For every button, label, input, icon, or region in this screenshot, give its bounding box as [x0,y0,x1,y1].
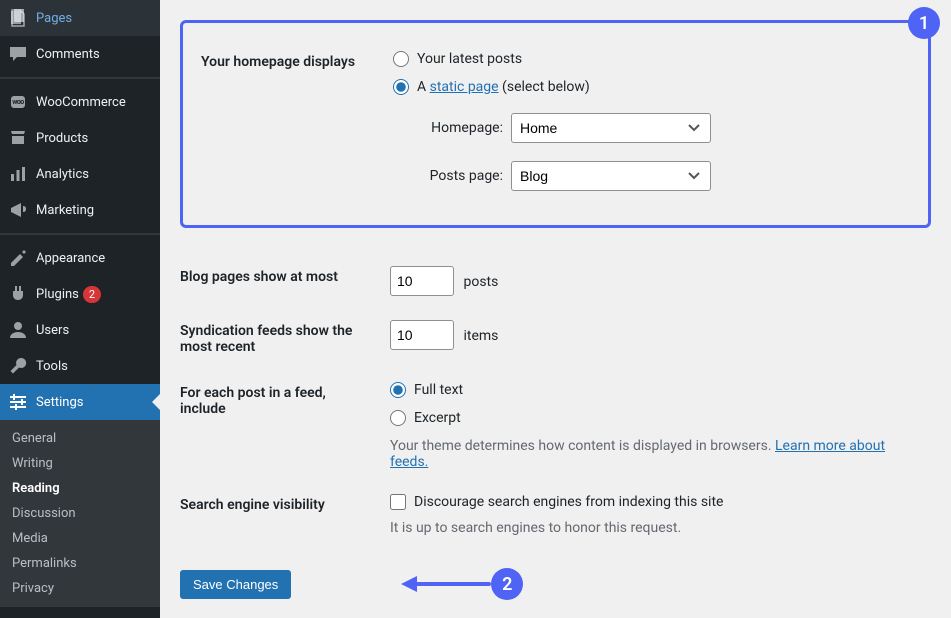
settings-content: 1 Your homepage displays Your latest pos… [160,0,951,618]
label-posts: posts [463,274,498,290]
sidebar-item-label: Products [36,131,88,146]
settings-submenu: General Writing Reading Discussion Media… [0,420,160,607]
submenu-reading[interactable]: Reading [0,476,160,501]
sidebar-item-label: Pages [36,11,72,26]
sidebar-item-products[interactable]: Products [0,120,160,156]
select-homepage[interactable]: Home [511,113,711,143]
input-syndication-items[interactable] [390,320,454,350]
sidebar-item-label: Settings [36,395,83,410]
analytics-icon [8,164,28,184]
select-posts-page[interactable]: Blog [511,161,711,191]
sidebar-item-tools[interactable]: Tools [0,348,160,384]
submenu-media[interactable]: Media [0,526,160,551]
sidebar-item-comments[interactable]: Comments [0,36,160,72]
sidebar-item-plugins[interactable]: Plugins 2 [0,276,160,312]
submenu-permalinks[interactable]: Permalinks [0,551,160,576]
tools-icon [8,356,28,376]
plugins-icon [8,284,28,304]
radio-latest-posts[interactable] [393,51,409,67]
callout-arrow: 2 [401,568,523,600]
submenu-discussion[interactable]: Discussion [0,501,160,526]
comments-icon [8,44,28,64]
submenu-writing[interactable]: Writing [0,451,160,476]
menu-separator [0,77,160,79]
search-heading: Search engine visibility [180,482,380,548]
radio-excerpt[interactable] [390,410,406,426]
woo-icon: woo [8,92,28,112]
homepage-highlight: 1 Your homepage displays Your latest pos… [180,20,931,228]
link-static-page[interactable]: static page [430,79,499,95]
settings-icon [8,392,28,412]
save-button[interactable]: Save Changes [180,570,291,599]
submenu-general[interactable]: General [0,426,160,451]
label-items: items [463,328,498,344]
sidebar-item-label: Tools [36,359,68,374]
label-homepage: Homepage: [417,120,503,136]
label-discourage: Discourage search engines from indexing … [414,494,723,510]
sidebar-item-woocommerce[interactable]: woo WooCommerce [0,84,160,120]
sidebar-item-label: Users [36,323,69,338]
sidebar-item-label: Marketing [36,203,94,218]
label-excerpt: Excerpt [414,410,461,426]
blog-pages-heading: Blog pages show at most [180,254,380,308]
homepage-heading: Your homepage displays [183,39,383,203]
sidebar-item-label: Plugins [36,287,79,302]
sidebar-item-label: WooCommerce [36,95,126,110]
callout-1: 1 [908,7,940,39]
sidebar-item-appearance[interactable]: Appearance [0,240,160,276]
arrow-icon [401,572,491,596]
label-full-text: Full text [414,382,463,398]
admin-sidebar: Pages Comments woo WooCommerce Products … [0,0,160,618]
sidebar-item-label: Analytics [36,167,89,182]
input-posts-per-page[interactable] [390,266,454,296]
label-posts-page: Posts page: [417,168,503,184]
syndication-heading: Syndication feeds show the most recent [180,308,380,370]
menu-separator [0,233,160,235]
feed-description: Your theme determines how content is dis… [390,438,921,470]
sidebar-item-label: Comments [36,47,100,62]
search-note: It is up to search engines to honor this… [390,520,921,536]
products-icon [8,128,28,148]
sidebar-item-settings[interactable]: Settings [0,384,160,420]
appearance-icon [8,248,28,268]
callout-2: 2 [491,568,523,600]
sidebar-item-analytics[interactable]: Analytics [0,156,160,192]
checkbox-discourage-search[interactable] [390,494,406,510]
users-icon [8,320,28,340]
radio-static-page[interactable] [393,79,409,95]
label-static-page: A static page (select below) [417,79,590,95]
feed-heading: For each post in a feed, include [180,370,380,482]
update-badge: 2 [83,286,101,303]
marketing-icon [8,200,28,220]
radio-full-text[interactable] [390,382,406,398]
sidebar-item-label: Appearance [36,251,105,266]
pages-icon [8,8,28,28]
submenu-privacy[interactable]: Privacy [0,576,160,601]
sidebar-item-marketing[interactable]: Marketing [0,192,160,228]
label-latest-posts: Your latest posts [417,51,522,67]
sidebar-item-users[interactable]: Users [0,312,160,348]
sidebar-item-pages[interactable]: Pages [0,0,160,36]
